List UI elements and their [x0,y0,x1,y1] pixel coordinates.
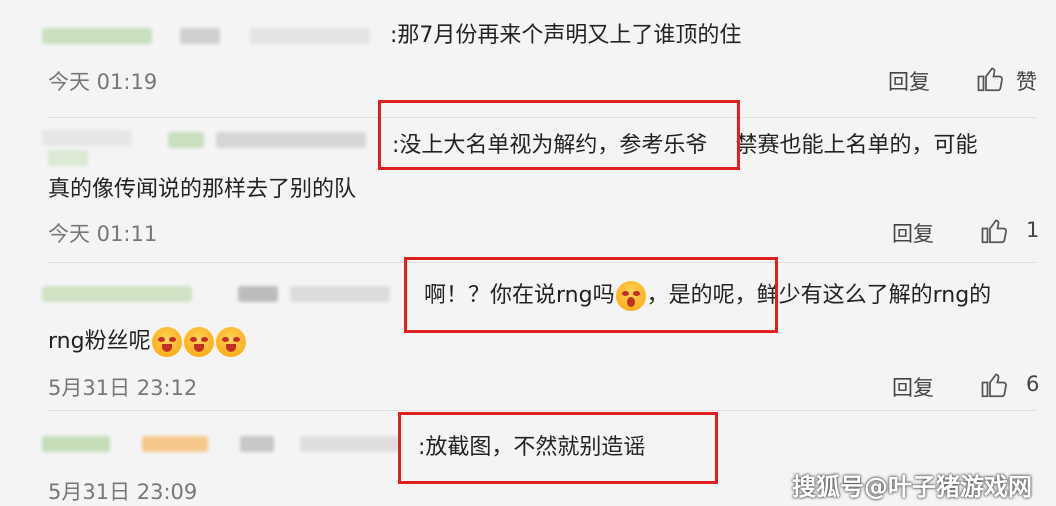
reply-button[interactable]: 回复 [892,372,934,402]
blurred-username [48,150,88,166]
blurred-username [42,286,192,302]
blurred-username [250,28,370,44]
like-count[interactable]: 6 [1026,372,1039,396]
like-label[interactable]: 赞 [1016,66,1037,96]
comment-time: 5月31日 23:09 [48,480,198,504]
thumbs-up-icon[interactable] [980,216,1010,246]
blurred-username [240,436,274,452]
blurred-username [290,286,390,302]
highlight-box [404,257,778,333]
reply-button[interactable]: 回复 [892,218,934,248]
blurred-username [42,28,152,44]
blurred-username [216,132,366,148]
thumbs-up-icon[interactable] [980,370,1010,400]
comment-time: 5月31日 23:12 [48,376,198,400]
reply-button[interactable]: 回复 [888,66,930,96]
blurred-username [238,286,278,302]
comment-2: :没上大名单视为解约，参考乐爷 禁赛也能上名单的，可能 真的像传闻说的那样去了别的… [0,100,1056,263]
blurred-username [300,436,400,452]
highlight-box [398,412,718,484]
laughing-emoji-icon [215,327,246,357]
blurred-username [180,28,220,44]
comment-text: :那7月份再来个声明又上了谁顶的住 [390,23,742,48]
comment-time: 今天 01:19 [48,70,158,94]
comment-time: 今天 01:11 [48,222,158,246]
comment-3: 啊！？你在说rng吗 ，是的呢，鲜少有这么了解的rng的 rng粉丝呢 5月31日… [0,257,1056,411]
comment-text-line2: rng粉丝呢 [48,324,247,360]
highlight-box [378,100,740,170]
blurred-username [42,130,132,146]
comment-text-line2: 真的像传闻说的那样去了别的队 [48,177,357,202]
laughing-emoji-icon [183,327,214,357]
laughing-emoji-icon [151,327,182,357]
thumbs-up-icon[interactable] [976,64,1006,94]
blurred-username [42,436,110,452]
like-count[interactable]: 1 [1026,218,1039,242]
watermark: 搜狐号@叶子猪游戏网 [792,473,1032,501]
blurred-username [168,132,204,148]
blurred-username [142,436,208,452]
